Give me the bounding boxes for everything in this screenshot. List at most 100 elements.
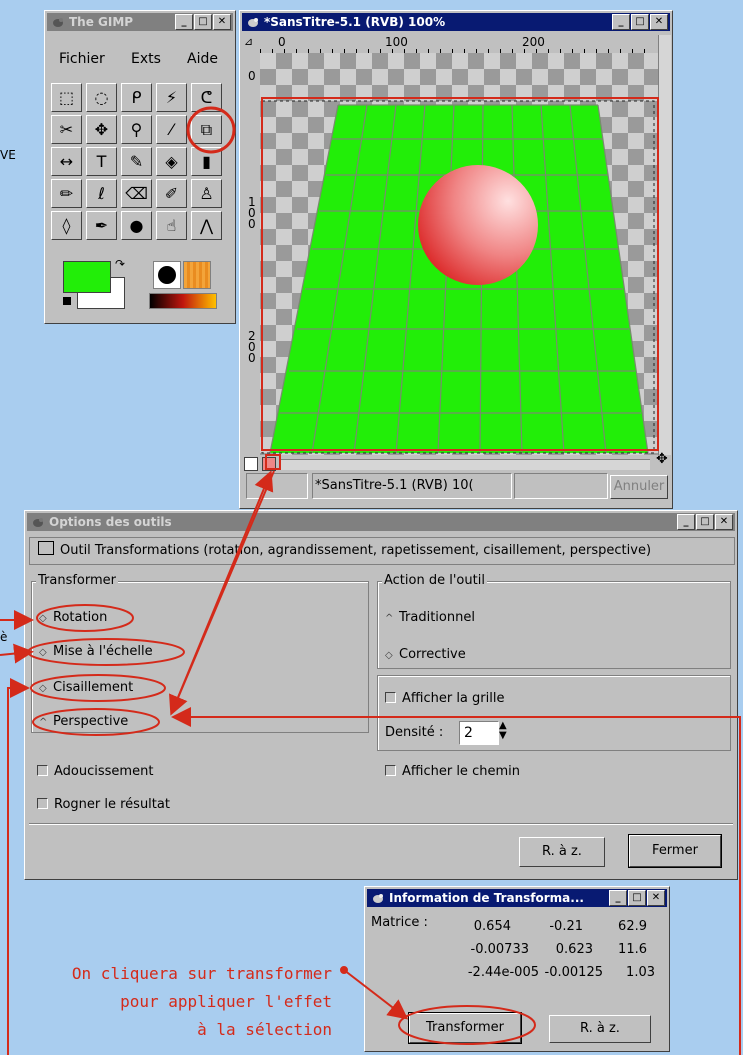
brush-pattern-gradient[interactable] (139, 259, 229, 311)
quickmask-on-icon[interactable] (262, 457, 276, 471)
matrix-cell: 0.623 (555, 942, 593, 957)
matrix-cell: -0.00733 (470, 942, 529, 957)
annotation-line: pour appliquer l'effet (120, 992, 332, 1011)
tool-button[interactable]: ⬚ (51, 83, 82, 112)
horizontal-scrollbar[interactable] (280, 459, 650, 470)
image-window-titlebar[interactable]: *SansTitre-5.1 (RVB) 100% _ □ ✕ (242, 13, 670, 31)
radio-scale[interactable]: ◇ Mise à l'échelle (39, 644, 153, 659)
close-button[interactable]: ✕ (213, 14, 231, 30)
tool-button[interactable]: ▮ (191, 147, 222, 176)
reset-button[interactable]: R. à z. (519, 837, 605, 867)
tool-button[interactable]: ⋀ (191, 211, 222, 240)
transform-info-titlebar[interactable]: Information de Transforma... _ □ ✕ (367, 889, 667, 907)
matrix-cell: 62.9 (618, 919, 647, 934)
minimize-button[interactable]: _ (609, 890, 627, 906)
tool-button[interactable]: ✒ (86, 211, 117, 240)
show-grid-checkbox[interactable]: Afficher la grille (385, 691, 504, 706)
menu-fichier[interactable]: Fichier (59, 51, 105, 67)
clone-icon: ♙ (199, 184, 214, 203)
tool-options-titlebar[interactable]: Options des outils _ □ ✕ (27, 513, 735, 531)
horizontal-ruler[interactable]: 0 100 200 (260, 35, 650, 54)
annotation-line: à la sélection (197, 1020, 332, 1039)
red-sphere (418, 165, 538, 285)
cancel-button[interactable]: Annuler (610, 475, 668, 499)
radio-shear[interactable]: ◇ Cisaillement (39, 680, 133, 695)
tool-button[interactable]: ♙ (191, 179, 222, 208)
radio-traditional[interactable]: ^ Traditionnel (385, 610, 475, 625)
maximize-button[interactable]: □ (194, 14, 212, 30)
density-spinner-arrows-icon[interactable]: ▲ ▼ (499, 721, 507, 741)
matrix-label: Matrice : (371, 915, 428, 930)
gimp-icon (33, 518, 43, 527)
toolbox-menubar: Fichier Exts Aide (47, 33, 231, 73)
menu-exts[interactable]: Exts (131, 51, 161, 67)
tool-button[interactable]: ⧉ (191, 115, 222, 144)
zoom-icon: ⚲ (130, 120, 143, 139)
transform-button[interactable]: Transformer (408, 1012, 522, 1044)
tool-button[interactable]: ℓ (86, 179, 117, 208)
close-button[interactable]: ✕ (650, 14, 668, 30)
radio-label: Mise à l'échelle (53, 644, 153, 659)
move-icon: ✥ (94, 120, 109, 139)
maximize-button[interactable]: □ (628, 890, 646, 906)
vertical-ruler[interactable]: 0 1 0 0 2 0 0 (242, 53, 261, 453)
tool-button[interactable]: T (86, 147, 117, 176)
clip-result-checkbox[interactable]: Rogner le résultat (37, 797, 170, 812)
tool-button[interactable]: ⌫ (121, 179, 152, 208)
smoothing-checkbox[interactable]: Adoucissement (37, 764, 153, 779)
tool-button[interactable]: ⁄ (156, 115, 187, 144)
tool-button[interactable]: ↔ (51, 147, 82, 176)
default-colors-icon[interactable] (63, 297, 71, 305)
radio-label: Cisaillement (53, 680, 134, 695)
radio-rotation[interactable]: ◇ Rotation (39, 610, 107, 625)
tool-button[interactable]: ᕦ (191, 83, 222, 112)
minimize-button[interactable]: _ (677, 514, 695, 530)
reset-info-button[interactable]: R. à z. (549, 1015, 651, 1043)
tool-options-header-text: Outil Transformations (rotation, agrandi… (60, 543, 652, 558)
navigation-icon[interactable]: ✥ (656, 451, 668, 467)
tool-button[interactable]: ✏ (51, 179, 82, 208)
tool-button[interactable]: ✂ (51, 115, 82, 144)
brush-preview-icon[interactable] (153, 261, 181, 289)
image-canvas[interactable] (260, 53, 658, 455)
radio-off-icon: ◇ (39, 683, 47, 694)
tool-button[interactable]: ᑭ (121, 83, 152, 112)
foreground-color-swatch[interactable] (63, 261, 111, 293)
tool-button[interactable]: ⚡ (156, 83, 187, 112)
minimize-button[interactable]: _ (612, 14, 630, 30)
tool-button[interactable]: ✎ (121, 147, 152, 176)
bezier-select-icon: ᕦ (200, 88, 213, 107)
tool-button[interactable]: ✥ (86, 115, 117, 144)
maximize-button[interactable]: □ (696, 514, 714, 530)
gradient-icon: ▮ (202, 152, 211, 171)
quickmask-off-icon[interactable] (244, 457, 258, 471)
swap-colors-icon[interactable]: ↷ (115, 257, 125, 271)
ruler-corner-icon[interactable]: ⊿ (244, 35, 260, 53)
tool-button[interactable]: ◈ (156, 147, 187, 176)
radio-corrective[interactable]: ◇ Corrective (385, 647, 466, 662)
checkbox-label: Adoucissement (54, 764, 154, 779)
tool-button[interactable]: ◌ (86, 83, 117, 112)
close-options-button[interactable]: Fermer (628, 834, 722, 868)
fg-bg-colors[interactable]: ↷ (59, 257, 127, 309)
checkbox-box (37, 765, 48, 776)
vertical-scrollbar[interactable] (658, 35, 671, 455)
show-path-checkbox[interactable]: Afficher le chemin (385, 764, 520, 779)
tool-button[interactable]: ◊ (51, 211, 82, 240)
tool-button[interactable]: ● (121, 211, 152, 240)
menu-aide[interactable]: Aide (187, 51, 218, 67)
gradient-preview-icon[interactable] (149, 293, 217, 309)
close-button[interactable]: ✕ (647, 890, 665, 906)
toolbox-titlebar[interactable]: The GIMP _ □ ✕ (47, 13, 233, 31)
crop-icon: ⁄ (170, 120, 173, 139)
pattern-preview-icon[interactable] (183, 261, 211, 289)
maximize-button[interactable]: □ (631, 14, 649, 30)
tool-button[interactable]: ✐ (156, 179, 187, 208)
tool-button[interactable]: ☝ (156, 211, 187, 240)
minimize-button[interactable]: _ (175, 14, 193, 30)
radio-perspective[interactable]: ^ Perspective (39, 714, 128, 729)
transform-info-title: Information de Transforma... (389, 891, 584, 905)
close-button[interactable]: ✕ (715, 514, 733, 530)
density-spinner[interactable]: 2 (459, 721, 499, 745)
tool-button[interactable]: ⚲ (121, 115, 152, 144)
